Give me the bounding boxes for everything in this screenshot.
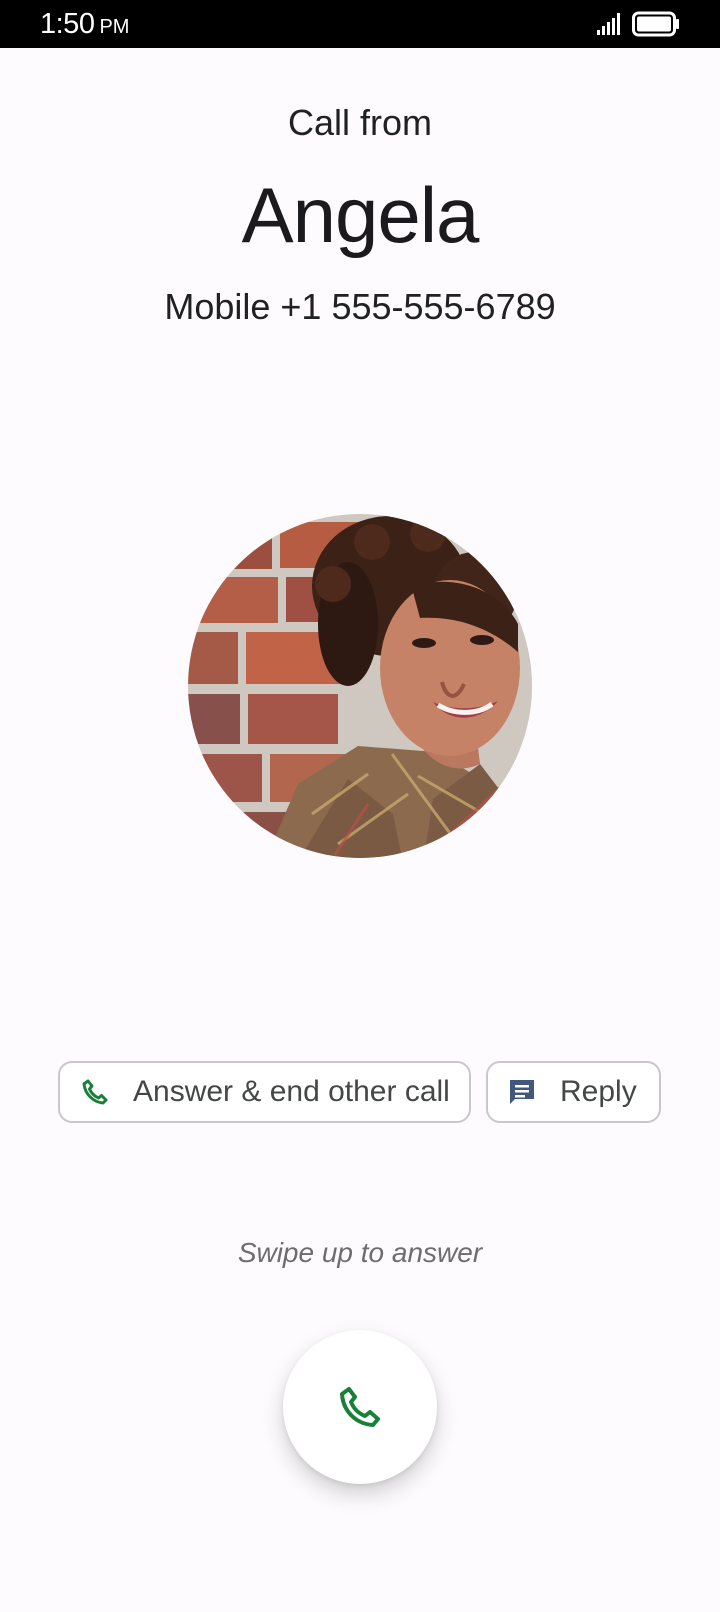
phone-icon bbox=[340, 1387, 380, 1427]
answer-call-button[interactable] bbox=[283, 1330, 437, 1484]
caller-info: Call from Angela Mobile +1 555-555-6789 bbox=[0, 96, 720, 331]
status-clock: 1:50 bbox=[40, 8, 95, 40]
incoming-call-screen: 1:50 PM Call from Angela Mobile +1 555-55… bbox=[0, 0, 720, 1612]
phone-icon bbox=[82, 1079, 108, 1105]
answer-end-other-call-label: Answer & end other call bbox=[133, 1075, 450, 1108]
call-from-label: Call from bbox=[287, 102, 433, 143]
caller-number: Mobile +1 555-555-6789 bbox=[164, 286, 556, 327]
caller-name: Angela bbox=[241, 171, 480, 259]
cellular-signal-icon bbox=[597, 13, 620, 35]
status-time: 1:50 PM bbox=[40, 8, 129, 43]
answer-end-other-call-button[interactable]: Answer & end other call bbox=[58, 1061, 471, 1123]
contact-photo bbox=[188, 514, 532, 858]
reply-button[interactable]: Reply bbox=[486, 1061, 661, 1123]
status-ampm: PM bbox=[99, 16, 130, 38]
swipe-up-hint: Swipe up to answer bbox=[237, 1237, 483, 1268]
contact-photo-image bbox=[188, 514, 532, 858]
status-bar: 1:50 PM bbox=[0, 0, 720, 48]
battery-full-icon bbox=[632, 11, 679, 37]
reply-label: Reply bbox=[560, 1075, 637, 1108]
message-icon bbox=[510, 1080, 534, 1104]
